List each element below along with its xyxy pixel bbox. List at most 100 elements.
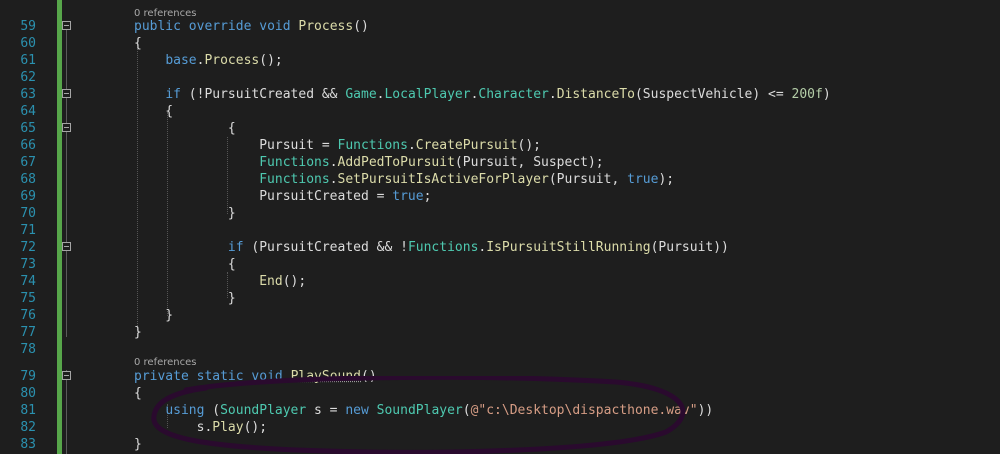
code-token: Process <box>298 19 354 34</box>
code-token: . <box>329 155 338 170</box>
code-line[interactable]: 66 Pursuit = Functions.CreatePursuit(); <box>0 137 1000 154</box>
code-text[interactable]: Functions.SetPursuitIsActiveForPlayer(Pu… <box>134 171 674 188</box>
code-token: using <box>165 403 213 418</box>
code-text[interactable]: } <box>134 290 236 307</box>
code-line[interactable]: 70 } <box>0 205 1000 222</box>
code-line[interactable]: 83} <box>0 436 1000 453</box>
code-token: s = <box>306 403 346 418</box>
code-line[interactable]: 75 } <box>0 290 1000 307</box>
code-line[interactable]: 81 using (SoundPlayer s = new SoundPlaye… <box>0 402 1000 419</box>
code-token: { <box>134 257 236 272</box>
code-token: PlaySound <box>290 369 362 384</box>
code-token: } <box>134 325 142 340</box>
collapse-icon[interactable] <box>62 123 71 132</box>
code-text[interactable]: private static void PlaySound() <box>134 368 377 385</box>
code-line[interactable]: 71 <box>0 222 1000 239</box>
code-token: PursuitCreated = <box>134 189 393 204</box>
code-token: new <box>345 403 377 418</box>
code-text[interactable]: Functions.AddPedToPursuit(Pursuit, Suspe… <box>134 154 604 171</box>
code-token: Functions <box>337 138 408 153</box>
collapse-icon[interactable] <box>62 21 71 30</box>
code-line[interactable]: 78 <box>0 341 1000 358</box>
code-text[interactable]: PursuitCreated = true; <box>134 188 431 205</box>
code-text[interactable]: { <box>134 256 236 273</box>
line-number: 74 <box>20 274 36 289</box>
code-line[interactable]: 61 base.Process(); <box>0 52 1000 69</box>
code-line[interactable]: 63 if (!PursuitCreated && Game. LocalPlay… <box>0 86 1000 103</box>
code-token: (); <box>517 138 542 153</box>
code-token: s. <box>134 420 213 435</box>
code-line[interactable]: 80 { <box>0 385 1000 402</box>
code-text[interactable]: if (PursuitCreated && !Functions.IsPursu… <box>134 239 729 256</box>
code-token: (!PursuitCreated && <box>188 87 346 102</box>
code-line[interactable]: 64 { <box>0 103 1000 120</box>
code-token: LocalPlayer <box>384 87 471 102</box>
collapse-icon[interactable] <box>62 371 71 380</box>
line-number: 64 <box>20 104 36 119</box>
code-line[interactable]: 72 if (PursuitCreated && !Functions.IsPu… <box>0 239 1000 256</box>
code-token: @"c:\Desktop\dispacthone.wav" <box>470 403 698 418</box>
code-line[interactable]: 60 { <box>0 35 1000 52</box>
code-text[interactable]: using (SoundPlayer s = new SoundPlayer(@… <box>134 402 713 419</box>
collapse-icon[interactable] <box>62 242 71 251</box>
code-token: (Pursuit)) <box>650 240 729 255</box>
code-line[interactable]: 65 { <box>0 120 1000 137</box>
code-text[interactable]: s.Play(); <box>134 419 267 436</box>
code-line[interactable]: 69 PursuitCreated = true; <box>0 188 1000 205</box>
code-token: public <box>134 19 189 34</box>
line-number: 66 <box>20 138 36 153</box>
code-text[interactable]: } <box>134 307 173 324</box>
code-token: } <box>134 437 142 452</box>
code-text[interactable]: { <box>134 35 142 52</box>
code-line[interactable]: 73 { <box>0 256 1000 273</box>
line-number: 75 <box>20 291 36 306</box>
code-line[interactable]: 79 private static void PlaySound() <box>0 368 1000 385</box>
code-token: void <box>251 369 291 384</box>
code-token: . <box>548 87 557 102</box>
line-number: 61 <box>20 53 36 68</box>
code-text[interactable]: base.Process(); <box>134 52 282 69</box>
code-text[interactable]: public override void Process() <box>134 18 369 35</box>
code-line[interactable]: 77} <box>0 324 1000 341</box>
code-token: )) <box>697 403 714 418</box>
code-line[interactable]: 62 <box>0 69 1000 86</box>
code-text[interactable]: { <box>134 120 236 137</box>
code-line[interactable]: 76 } <box>0 307 1000 324</box>
line-number: 62 <box>20 70 36 85</box>
code-line[interactable]: 59 public override void Process() <box>0 18 1000 35</box>
collapse-icon[interactable] <box>62 89 71 98</box>
line-number: 79 <box>20 369 36 384</box>
code-text[interactable]: Pursuit = Functions.CreatePursuit(); <box>134 137 541 154</box>
code-editor[interactable]: 0 references 0 references 59 public overrid… <box>0 0 1000 454</box>
code-text[interactable]: { <box>134 103 173 120</box>
code-text[interactable]: } <box>134 436 142 453</box>
code-line[interactable]: 82 s.Play(); <box>0 419 1000 436</box>
code-text[interactable]: End(); <box>134 273 306 290</box>
line-number: 68 <box>20 172 36 187</box>
code-token: (Pursuit, Suspect); <box>454 155 604 170</box>
code-line[interactable]: 74 End(); <box>0 273 1000 290</box>
code-token: . <box>329 172 338 187</box>
code-text[interactable]: { <box>134 385 142 402</box>
code-line[interactable]: 67 Functions.AddPedToPursuit(Pursuit, Su… <box>0 154 1000 171</box>
code-text[interactable]: } <box>134 324 142 341</box>
code-token: true <box>392 189 424 204</box>
line-number: 71 <box>20 223 36 238</box>
code-text[interactable]: if (!PursuitCreated && Game.LocalPlayer.… <box>134 86 830 103</box>
line-number: 60 <box>20 36 36 51</box>
code-token: } <box>134 291 236 306</box>
line-number: 72 <box>20 240 36 255</box>
code-token: { <box>134 121 236 136</box>
line-number: 69 <box>20 189 36 204</box>
line-number: 77 <box>20 325 36 340</box>
code-token: if <box>227 240 252 255</box>
line-number: 59 <box>20 19 36 34</box>
code-line[interactable]: 68 Functions.SetPursuitIsActiveForPlayer… <box>0 171 1000 188</box>
code-token: ; <box>423 189 432 204</box>
code-text[interactable]: } <box>134 205 236 222</box>
code-token: () <box>361 369 377 384</box>
code-token: SoundPlayer <box>376 403 463 418</box>
